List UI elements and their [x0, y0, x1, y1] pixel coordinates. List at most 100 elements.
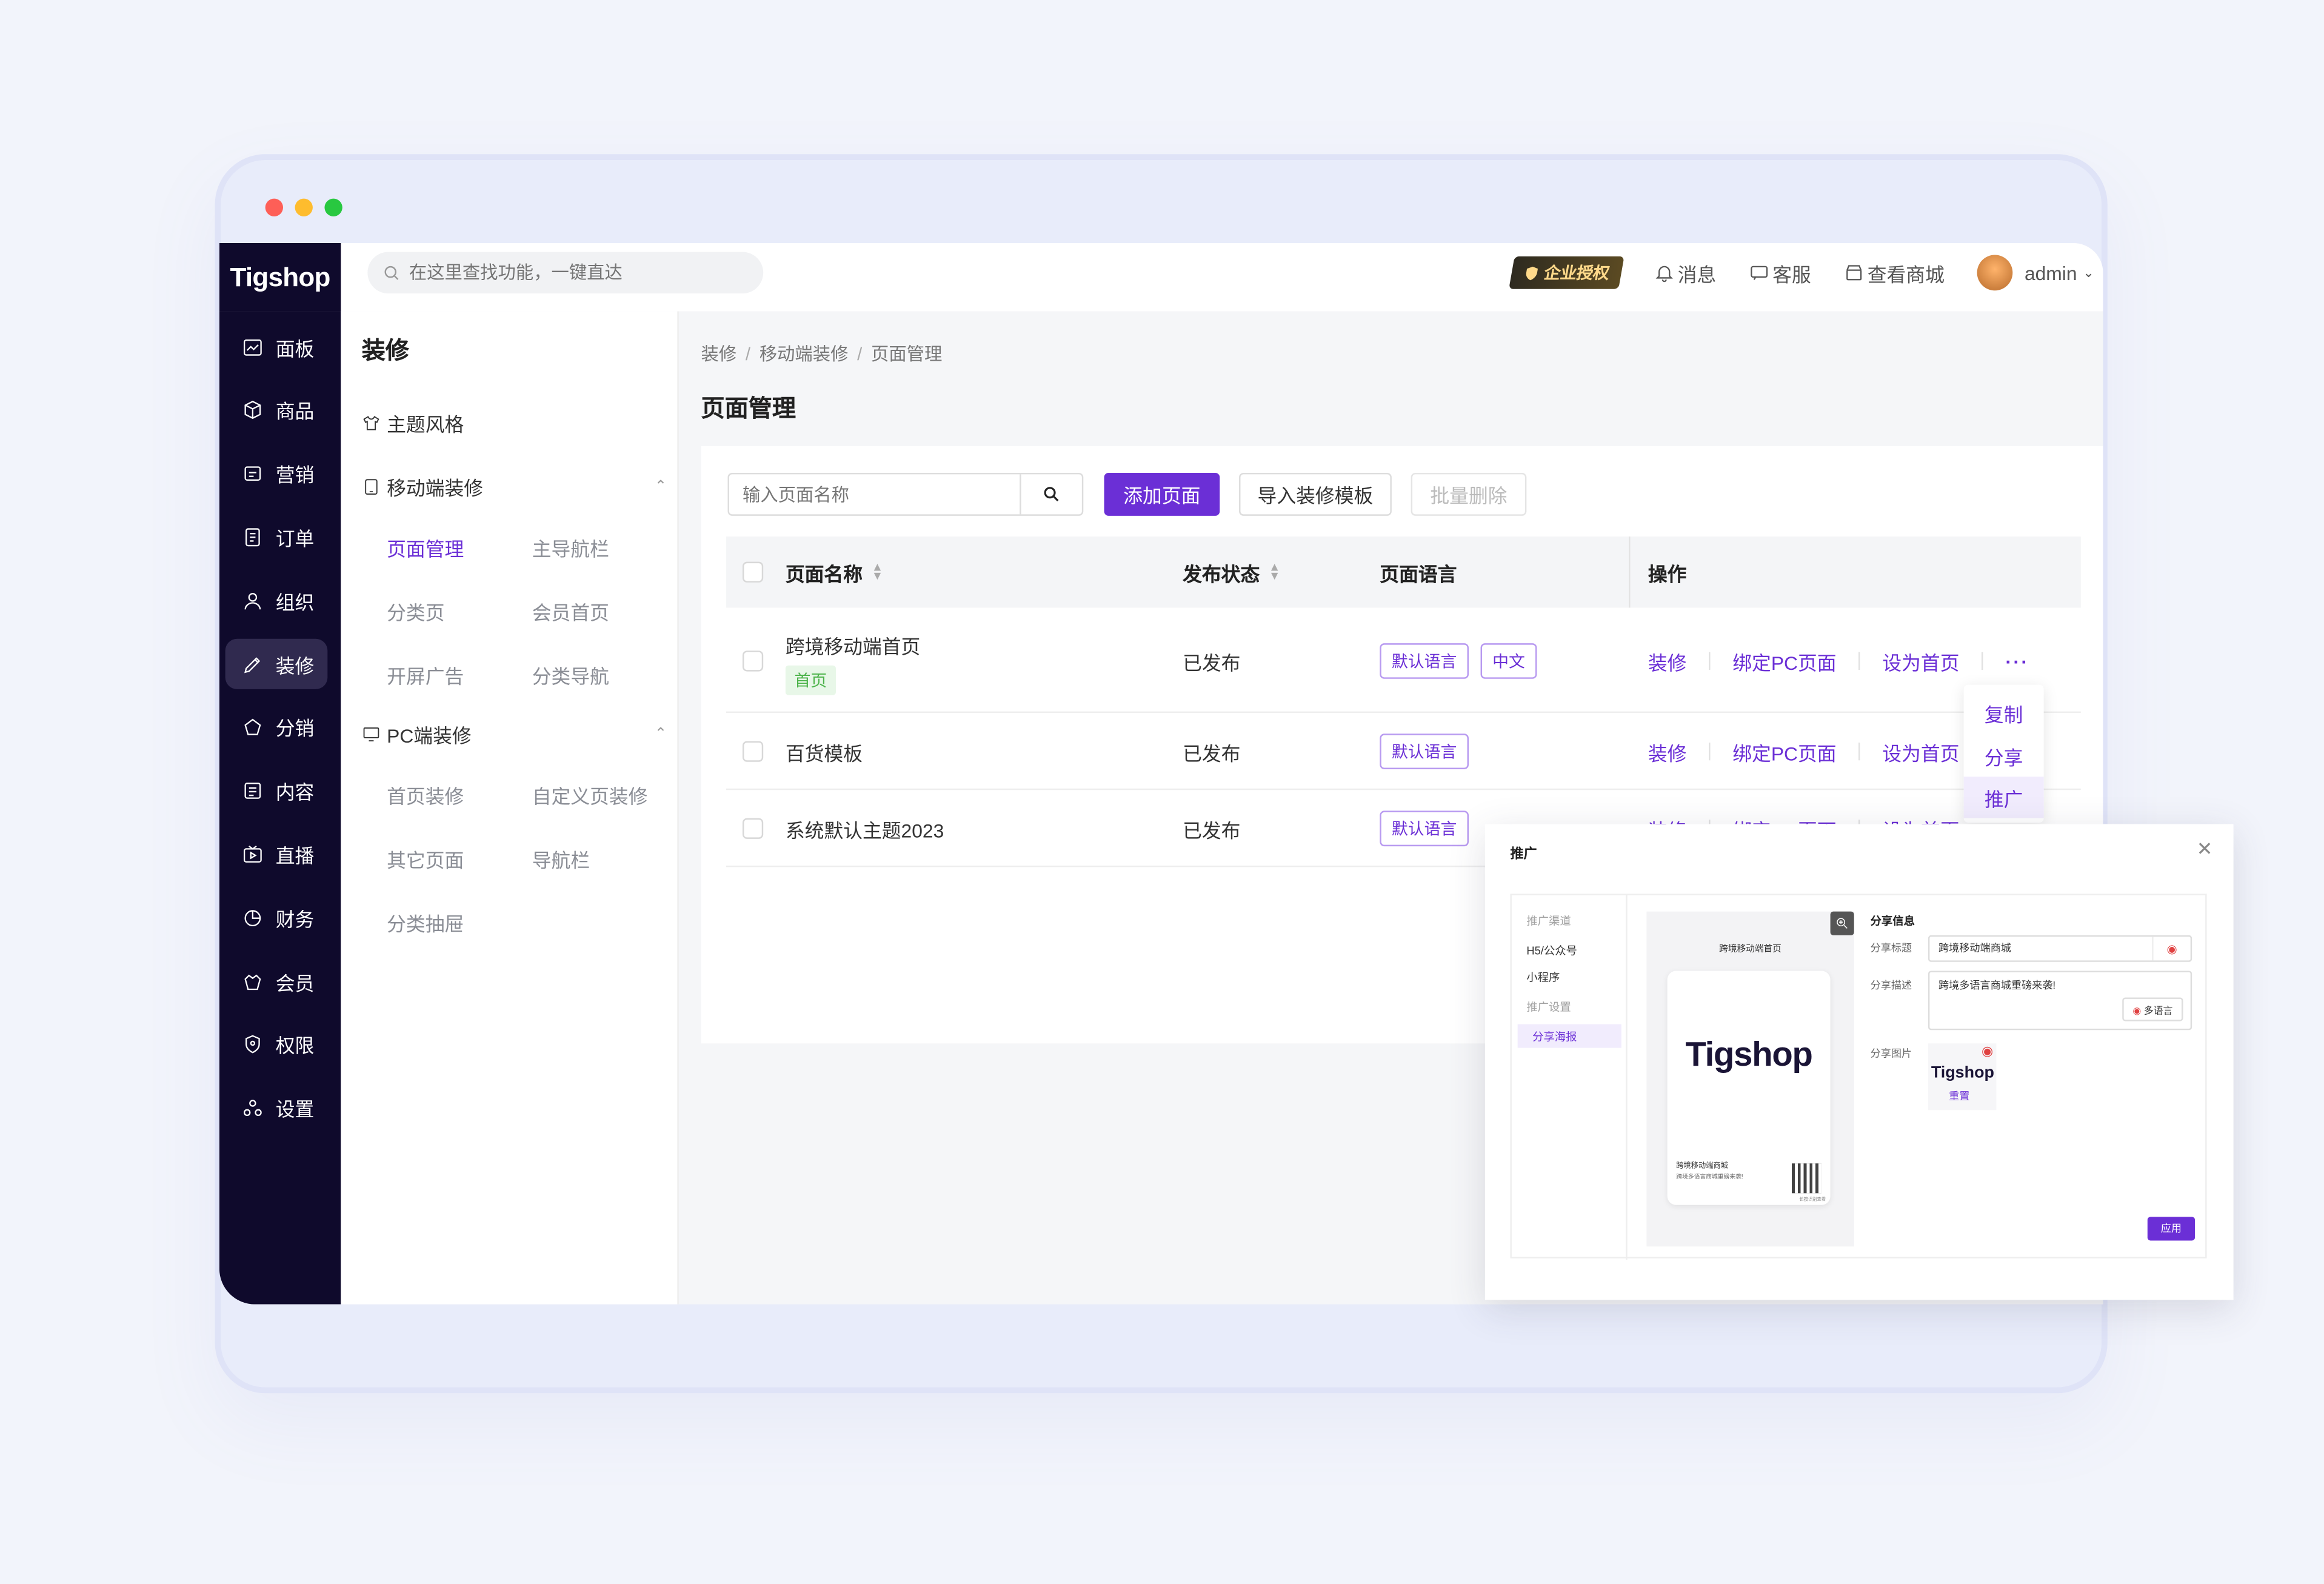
modal-title: 推广: [1510, 846, 1537, 861]
more-dropdown: 复制 分享 推广: [1963, 684, 2044, 823]
side-item-mini[interactable]: 小程序: [1526, 969, 1560, 986]
sub-item-theme[interactable]: 主题风格: [362, 409, 667, 437]
dropdown-copy[interactable]: 复制: [1964, 692, 2044, 734]
apply-button[interactable]: 应用: [2147, 1217, 2195, 1241]
share-title-value: 跨境移动端商城: [1938, 944, 2011, 955]
view-shop-link[interactable]: 查看商城: [1844, 259, 1945, 287]
add-page-button[interactable]: 添加页面: [1104, 472, 1220, 516]
sub-link-main-nav[interactable]: 主导航栏: [532, 533, 609, 561]
share-desc-field[interactable]: 跨境多语言商城重磅来袭! ◉ 多语言: [1928, 971, 2192, 1031]
nav-item-permission[interactable]: 权限: [225, 1020, 328, 1070]
global-search[interactable]: [367, 252, 764, 294]
page-name[interactable]: 系统默认主题2023: [786, 815, 944, 843]
chevron-up-icon[interactable]: ⌃: [655, 479, 667, 495]
sub-link-pc-other[interactable]: 其它页面: [387, 845, 464, 873]
batch-delete-button[interactable]: 批量删除: [1411, 472, 1527, 516]
chevron-down-icon[interactable]: ⌄: [2083, 264, 2094, 281]
minimize-dot[interactable]: [295, 198, 313, 216]
sub-link-pc-navbar[interactable]: 导航栏: [532, 845, 590, 873]
nav-item-order[interactable]: 订单: [225, 512, 328, 562]
breadcrumb-item[interactable]: 装修: [701, 344, 736, 364]
user-name[interactable]: admin: [2025, 262, 2077, 284]
sub-section-mobile[interactable]: 移动端装修 ⌃: [362, 473, 667, 501]
chevron-up-icon[interactable]: ⌃: [655, 726, 667, 743]
header-name-label: 页面名称: [785, 562, 863, 585]
sub-link-category[interactable]: 分类页: [387, 597, 444, 625]
search-icon: [1044, 487, 1059, 502]
row-checkbox[interactable]: [742, 650, 764, 672]
row-checkbox[interactable]: [742, 741, 764, 762]
close-dot[interactable]: [265, 198, 283, 216]
row-checkbox[interactable]: [742, 818, 764, 839]
reset-link[interactable]: 重置: [1949, 1089, 1969, 1104]
chat-icon: [1751, 266, 1768, 280]
side-setting-label: 推广设置: [1526, 1000, 1571, 1014]
nav-item-box[interactable]: 商品: [225, 385, 328, 435]
decorate-link[interactable]: 装修: [1648, 647, 1687, 675]
bind-pc-link[interactable]: 绑定PC页面: [1732, 737, 1836, 765]
service-label: 客服: [1772, 262, 1811, 286]
maximize-dot[interactable]: [324, 198, 342, 216]
nav-item-dashboard[interactable]: 面板: [225, 322, 328, 372]
sort-icon[interactable]: ▲ ▼: [1269, 561, 1280, 581]
nav-item-content[interactable]: 内容: [225, 766, 328, 816]
set-home-link[interactable]: 设为首页: [1882, 647, 1959, 675]
nav-item-finance[interactable]: 财务: [225, 892, 328, 943]
search-button[interactable]: [1020, 474, 1082, 515]
nav-item-marketing[interactable]: 营销: [225, 449, 328, 499]
nav-item-distribution[interactable]: 分销: [225, 702, 328, 752]
sub-link-splash-ad[interactable]: 开屏广告: [387, 661, 464, 689]
enterprise-auth-badge[interactable]: 企业授权: [1509, 256, 1624, 289]
sub-link-pc-drawer[interactable]: 分类抽屉: [387, 909, 464, 937]
sub-link-page-manage[interactable]: 页面管理: [387, 533, 464, 561]
more-icon[interactable]: ···: [2005, 650, 2029, 672]
bind-pc-link[interactable]: 绑定PC页面: [1732, 647, 1836, 675]
global-search-input[interactable]: [409, 262, 735, 283]
search-icon: [384, 266, 399, 280]
sub-link-pc-custom[interactable]: 自定义页装修: [532, 781, 648, 809]
sub-link-category-nav[interactable]: 分类导航: [532, 661, 609, 689]
messages-link[interactable]: 消息: [1654, 259, 1716, 287]
sub-link-pc-home[interactable]: 首页装修: [387, 781, 464, 809]
dropdown-promote[interactable]: 推广: [1963, 777, 2044, 818]
sort-icon[interactable]: ▲ ▼: [872, 561, 883, 581]
logo[interactable]: Tigshop: [219, 242, 341, 312]
breadcrumb-item: 页面管理: [870, 344, 943, 365]
nav-item-org[interactable]: 组织: [225, 575, 328, 626]
dropdown-share[interactable]: 分享: [1964, 735, 2044, 777]
nav-item-live[interactable]: 直播: [225, 829, 328, 880]
camera-icon[interactable]: ◉: [1982, 1043, 1993, 1060]
page-search-input[interactable]: [729, 484, 1020, 505]
decorate-link[interactable]: 装修: [1648, 737, 1687, 765]
select-all-checkbox[interactable]: [742, 561, 764, 583]
page-name[interactable]: 百货模板: [786, 737, 863, 765]
import-template-button[interactable]: 导入装修模板: [1239, 472, 1392, 516]
nav-item-settings[interactable]: 设置: [225, 1083, 328, 1133]
translate-icon[interactable]: ◉: [2152, 937, 2191, 961]
ops-divider: [1709, 652, 1711, 670]
service-link[interactable]: 客服: [1749, 259, 1811, 287]
sub-section-pc[interactable]: PC端装修 ⌃: [362, 720, 667, 748]
side-item-h5[interactable]: H5/公众号: [1526, 943, 1577, 959]
zoom-icon[interactable]: [1830, 911, 1854, 935]
header-status[interactable]: 发布状态 ▲ ▼: [1183, 536, 1280, 607]
sub-link-member-home[interactable]: 会员首页: [532, 597, 609, 625]
language-cell: 默认语言: [1380, 790, 1480, 867]
close-icon[interactable]: ✕: [2197, 837, 2213, 861]
nav-item-member[interactable]: 会员: [225, 956, 328, 1006]
share-title-field[interactable]: 跨境移动端商城 ◉: [1928, 935, 2192, 962]
theme-label: 主题风格: [387, 413, 464, 436]
header-name[interactable]: 页面名称 ▲ ▼: [786, 536, 883, 607]
nav-item-label: 财务: [275, 908, 315, 931]
set-home-link[interactable]: 设为首页: [1882, 737, 1959, 765]
page-search[interactable]: [727, 472, 1084, 516]
multi-language-button[interactable]: ◉ 多语言: [2122, 997, 2183, 1021]
breadcrumb-item[interactable]: 移动端装修: [760, 344, 849, 364]
shirt-icon: [363, 416, 379, 430]
poster-logo: Tigshop: [1685, 1034, 1813, 1074]
nav-item-brush[interactable]: 装修: [225, 638, 328, 689]
page-name[interactable]: 跨境移动端首页: [786, 632, 921, 660]
promote-side-menu: 推广渠道 H5/公众号 小程序 推广设置 分享海报: [1512, 895, 1628, 1260]
side-item-poster[interactable]: 分享海报: [1517, 1024, 1621, 1048]
avatar[interactable]: [1977, 255, 2013, 291]
